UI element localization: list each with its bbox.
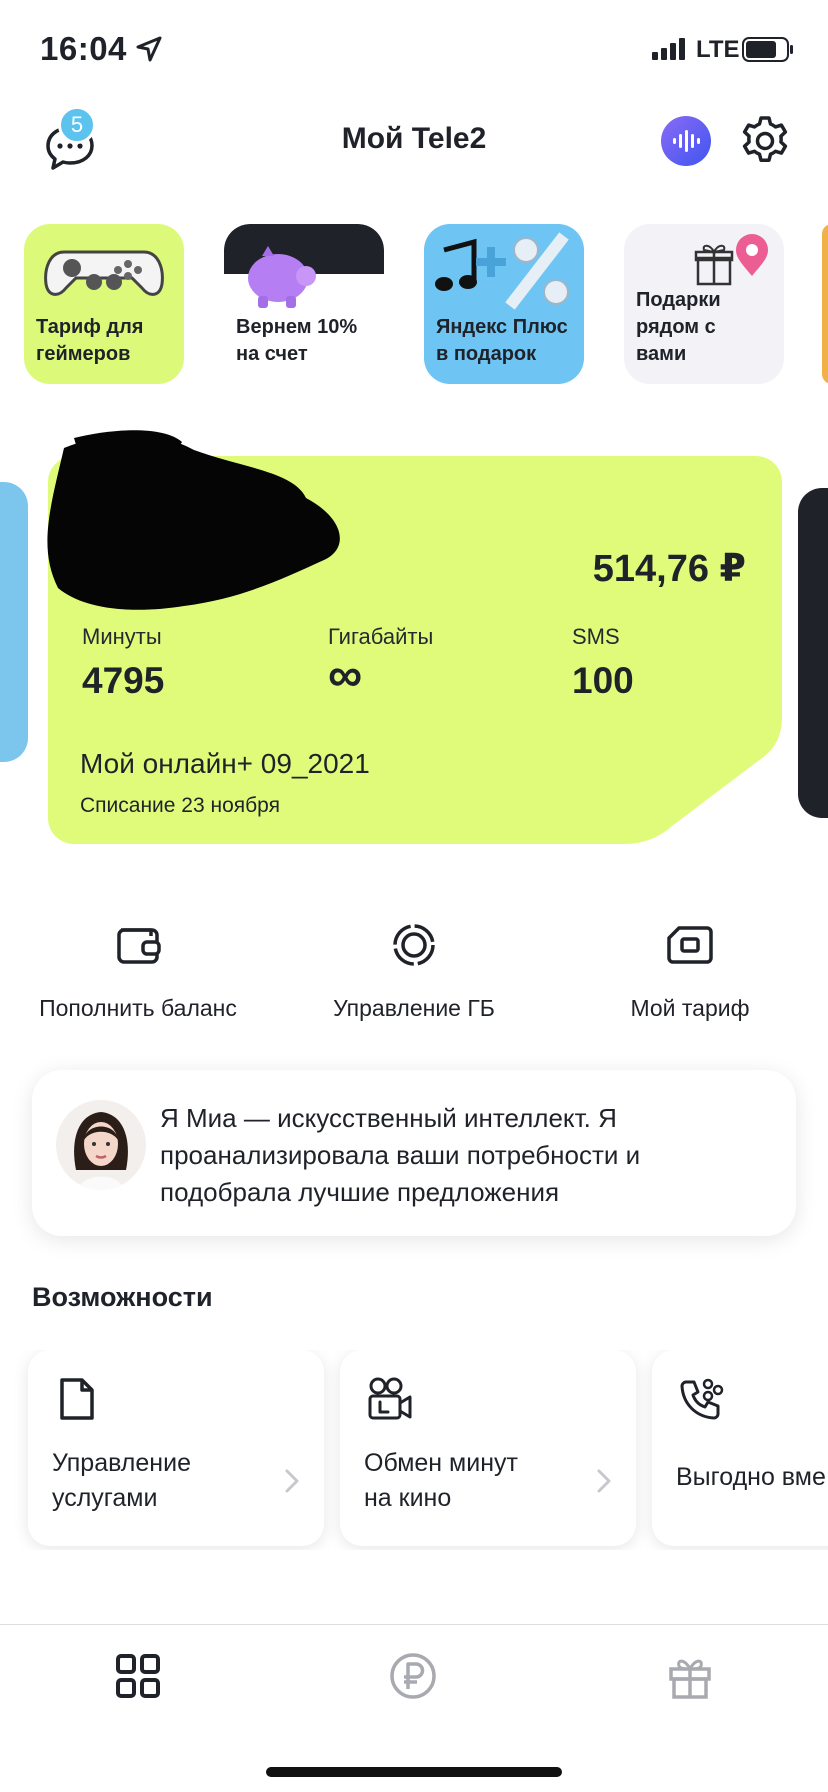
sim-card-icon <box>667 926 713 964</box>
wallet-icon <box>117 928 161 964</box>
chevron-right-icon <box>597 1469 611 1493</box>
opportunities-title: Возможности <box>32 1282 213 1312</box>
ruble-icon[interactable] <box>388 1651 438 1701</box>
movie-camera-icon <box>368 1377 412 1420</box>
grid-icon[interactable] <box>113 1651 163 1701</box>
network-type: LTE <box>696 36 740 63</box>
opportunity-label: Обмен минут на кино <box>364 1449 518 1512</box>
action-label: Управление ГБ <box>333 995 495 1021</box>
bottom-tab-bar <box>0 1624 828 1792</box>
data-ring-icon <box>393 924 435 966</box>
manage-gb-button[interactable]: Управление ГБ <box>276 920 552 1022</box>
mia-avatar <box>56 1100 146 1190</box>
balance-amount: 514,76 ₽ <box>592 548 746 590</box>
manage-services-card[interactable]: Управление услугами <box>28 1350 324 1546</box>
gigabytes-stat: Гигабайты ∞ <box>328 624 433 702</box>
story-label: Яндекс Плюс в подарок <box>436 316 568 365</box>
piggy-bank-icon <box>248 246 316 308</box>
document-icon <box>60 1378 94 1420</box>
opportunity-label: Управление услугами <box>52 1449 191 1512</box>
status-time: 16:04 <box>40 30 127 67</box>
quick-actions: Пополнить баланс Управление ГБ Мой тариф <box>0 920 828 1030</box>
my-tariff-button[interactable]: Мой тариф <box>552 920 828 1022</box>
status-bar: 16:04 LTE <box>0 0 828 100</box>
minutes-label: Минуты <box>82 624 162 649</box>
prev-card-peek[interactable] <box>0 482 28 762</box>
story-label: Подарки рядом с вами <box>636 289 721 365</box>
gear-icon[interactable] <box>738 114 792 168</box>
location-arrow-icon <box>136 36 162 62</box>
top-up-balance-button[interactable]: Пополнить баланс <box>0 920 276 1022</box>
charge-date: Списание 23 ноября <box>80 794 280 817</box>
minutes-value: 4795 <box>82 660 165 701</box>
opportunities-carousel[interactable]: Управление услугами Обмен минут на кино … <box>0 1350 828 1550</box>
gamepad-icon <box>44 250 164 296</box>
action-label: Пополнить баланс <box>39 995 237 1021</box>
cellular-signal-icon <box>652 38 685 60</box>
gigabytes-value: ∞ <box>328 649 363 702</box>
story-label: Тариф для геймеров <box>36 316 144 365</box>
together-cheaper-card[interactable]: Выгодно вме <box>652 1350 828 1546</box>
voice-assistant-button[interactable] <box>661 116 711 166</box>
stories-carousel[interactable]: Тариф для геймеров Вернем 10% на счет Ян… <box>0 224 828 384</box>
story-partial[interactable] <box>822 224 828 384</box>
minutes-stat: Минуты 4795 <box>82 624 164 702</box>
gigabytes-label: Гигабайты <box>328 624 434 649</box>
story-gifts-nearby[interactable]: Подарки рядом с вами <box>624 224 784 384</box>
story-label: Вернем 10% на счет <box>236 316 358 365</box>
music-percent-icon <box>435 232 569 310</box>
sms-value: 100 <box>572 660 634 701</box>
home-indicator <box>266 1767 562 1777</box>
redacted-phone-number <box>47 430 340 610</box>
battery-icon <box>742 37 793 62</box>
phone-share-icon <box>680 1378 724 1420</box>
action-label: Мой тариф <box>630 995 750 1021</box>
story-cashback[interactable]: Вернем 10% на счет <box>224 224 384 384</box>
plan-name: Мой онлайн+ 09_2021 <box>80 748 370 779</box>
app-header: 5 Мой Tele2 <box>0 100 828 185</box>
mia-assistant-card[interactable]: Я Миа — искусственный интеллект. Я проан… <box>32 1070 796 1236</box>
opportunity-label: Выгодно вме <box>676 1463 826 1491</box>
next-card-peek[interactable] <box>798 488 828 818</box>
gift-icon[interactable] <box>665 1651 715 1701</box>
minutes-for-movies-card[interactable]: Обмен минут на кино <box>340 1350 636 1546</box>
story-gamer-tariff[interactable]: Тариф для геймеров <box>24 224 184 384</box>
chevron-right-icon <box>285 1469 299 1493</box>
voice-wave-icon <box>673 130 700 152</box>
story-yandex-plus[interactable]: Яндекс Плюс в подарок <box>424 224 584 384</box>
mia-message: Я Миа — искусственный интеллект. Я проан… <box>160 1103 641 1207</box>
sms-stat: SMS 100 <box>572 624 634 702</box>
sms-label: SMS <box>572 624 620 649</box>
